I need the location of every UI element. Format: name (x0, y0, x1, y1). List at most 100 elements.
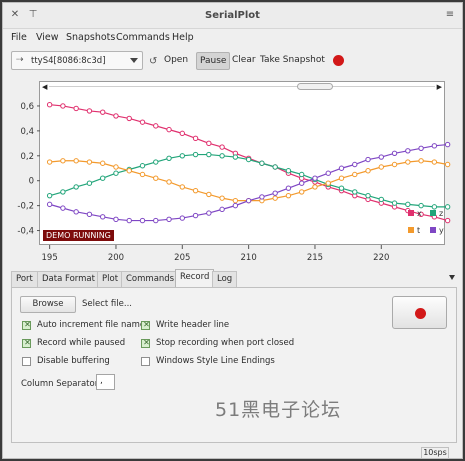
series-point-y (391, 150, 398, 156)
column-separator-label: Column Separator: (21, 379, 101, 389)
checkbox-label: Record while paused (37, 338, 126, 348)
plot-chart: 0,6 0,4 0,2 0 -0,2 -0,4 195 200 205 210 215 220 x z t y (17, 102, 451, 263)
series-point-t (405, 159, 411, 165)
series-point-x (73, 105, 79, 112)
series-point-t (219, 195, 225, 201)
series-point-y (299, 180, 305, 186)
series-point-z (219, 153, 225, 159)
series-point-x (166, 126, 172, 133)
record-icon (415, 308, 426, 319)
series-point-t (418, 158, 424, 164)
series-point-y (206, 210, 212, 216)
checkbox-label: Auto increment file name (37, 320, 146, 330)
series-point-y (245, 197, 252, 204)
series-point-y (100, 214, 106, 220)
series-point-z (405, 201, 411, 208)
tab-port[interactable]: Port (11, 271, 38, 287)
series-point-t (86, 159, 93, 165)
y-tick-label: -0,4 (17, 227, 34, 237)
series-point-z (285, 168, 292, 174)
series-point-z (444, 204, 451, 210)
series-point-t (60, 158, 66, 164)
tab-overflow-icon[interactable] (449, 275, 455, 280)
x-tick-label: 205 (174, 253, 190, 263)
series-line-t (49, 160, 448, 202)
series-point-z (192, 151, 199, 158)
series-point-y (338, 165, 345, 171)
selected-file-label: Select file... (82, 299, 132, 309)
tab-log[interactable]: Log (212, 271, 238, 287)
checkbox-box[interactable] (22, 357, 31, 366)
series-point-x (113, 113, 119, 119)
tab-commands[interactable]: Commands (121, 271, 180, 287)
series-point-z (259, 160, 265, 166)
series-point-y (444, 141, 451, 148)
series-point-z (338, 185, 345, 191)
series-point-t (192, 187, 199, 194)
series-point-t (179, 184, 186, 190)
series-point-y (46, 201, 53, 208)
series-point-x (139, 119, 146, 125)
tab-plot[interactable]: Plot (97, 271, 124, 287)
column-separator-input[interactable]: , (96, 374, 115, 390)
series-point-t (431, 159, 438, 165)
series-point-x (60, 103, 66, 109)
browse-button[interactable]: Browse (20, 296, 76, 313)
series-point-y (352, 161, 358, 168)
legend-label-t: t (417, 226, 420, 235)
checkbox-label: Stop recording when port closed (156, 338, 295, 348)
checkbox-box[interactable] (141, 338, 151, 348)
scroll-left-icon[interactable]: ◀ (42, 83, 47, 91)
series-point-y (139, 217, 146, 224)
series-point-x (206, 140, 212, 147)
series-point-x (219, 144, 225, 150)
series-point-z (418, 202, 424, 209)
series-point-t (206, 191, 212, 198)
series-point-t (100, 160, 106, 166)
series-point-y (113, 216, 119, 223)
checkbox-box[interactable] (141, 320, 151, 330)
tab-record[interactable]: Record (175, 269, 215, 288)
series-point-y (365, 156, 371, 163)
start-recording-button[interactable] (392, 296, 447, 329)
series-point-x (192, 135, 199, 142)
tab-data-format[interactable]: Data Format (37, 271, 100, 287)
series-point-t (113, 164, 119, 170)
series-point-z (272, 164, 278, 170)
legend-swatch-t (408, 227, 414, 233)
checkbox-label: Write header line (156, 320, 230, 330)
plot-scrollbar[interactable]: ◀ ▶ (39, 82, 445, 92)
series-point-z (86, 180, 93, 186)
y-tick-label: -0,2 (17, 202, 34, 212)
scroll-track[interactable] (49, 86, 435, 87)
sample-rate-status: 10sps (421, 447, 449, 459)
series-point-y (219, 206, 225, 213)
checkbox-box[interactable] (141, 357, 150, 366)
series-point-z (166, 155, 172, 161)
series-point-t (166, 179, 172, 185)
series-point-t (272, 195, 278, 201)
series-point-y (153, 217, 159, 224)
checkbox-label: Disable buffering (37, 356, 110, 366)
series-point-y (405, 148, 411, 154)
series-point-t (444, 161, 451, 168)
series-point-z (365, 192, 371, 199)
series-point-z (179, 153, 186, 159)
series-point-z (245, 156, 252, 163)
scroll-thumb[interactable] (297, 83, 333, 90)
checkbox-box[interactable] (22, 338, 32, 348)
series-point-y (378, 154, 384, 160)
scroll-right-icon[interactable]: ▶ (437, 83, 442, 91)
series-point-z (352, 189, 358, 195)
series-point-x (86, 108, 93, 114)
watermark-text: 51黑电子论坛 (215, 399, 342, 421)
series-point-z (46, 192, 53, 199)
series-point-t (46, 159, 53, 165)
series-point-t (139, 171, 146, 178)
series-point-y (192, 212, 199, 219)
series-point-t (126, 168, 132, 174)
series-point-z (378, 196, 384, 203)
y-tick-label: 0 (29, 177, 34, 187)
checkbox-box[interactable] (22, 320, 32, 330)
series-point-y (312, 175, 318, 181)
